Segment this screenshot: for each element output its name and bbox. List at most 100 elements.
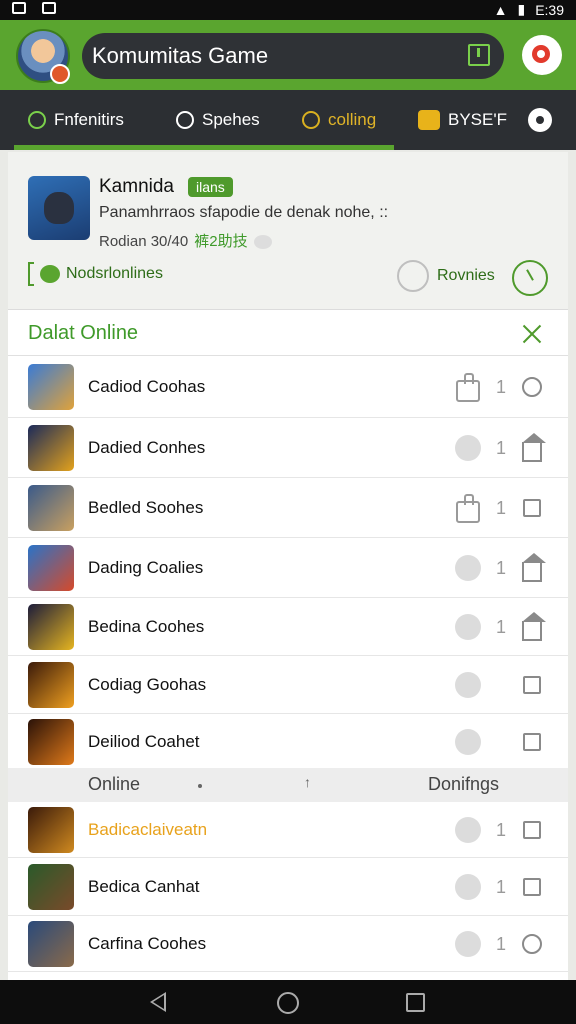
tab-label: Spehes bbox=[202, 110, 260, 129]
sort-arrow-icon[interactable]: ↑ bbox=[304, 774, 311, 790]
community-name: Kamnida bbox=[99, 176, 174, 197]
main-card: Kamnida ilans Panamhrraos sfapodie de de… bbox=[8, 152, 568, 980]
list-item[interactable]: Carfina Coohes 1 bbox=[8, 916, 568, 972]
list-item-count: 1 bbox=[496, 617, 507, 637]
page-title: Komumitas Game bbox=[92, 43, 269, 68]
section-divider: Online ↑ Donifngs bbox=[8, 768, 568, 802]
checkbox-icon[interactable] bbox=[523, 878, 541, 896]
list-item-label: Dadied Conhes bbox=[88, 438, 206, 457]
tab-spehes[interactable]: Spehes bbox=[176, 90, 260, 150]
status-dot-icon bbox=[455, 931, 481, 957]
friends-tab-icon bbox=[28, 111, 46, 129]
status-time: E:39 bbox=[535, 1, 564, 18]
status-dot-icon bbox=[455, 817, 481, 843]
list-item[interactable]: Dadied Conhes 1 bbox=[8, 418, 568, 478]
section-dot bbox=[198, 784, 202, 788]
community-badge: ilans bbox=[188, 177, 233, 197]
list-item[interactable]: Codiag Goohas bbox=[8, 656, 568, 714]
system-nav-bar bbox=[0, 980, 576, 1024]
list-item-label: Cadiod Coohas bbox=[88, 377, 206, 396]
game-thumbnail-icon bbox=[28, 364, 74, 410]
list-item[interactable]: Bedled Soohes 1 bbox=[8, 478, 568, 538]
reviews-button[interactable]: Rovnies bbox=[397, 260, 495, 292]
community-title-bar[interactable]: Komumitas Game bbox=[82, 33, 504, 79]
section-settings-label[interactable]: Donifngs bbox=[428, 774, 499, 795]
list-item-count: 1 bbox=[496, 558, 507, 578]
community-header: Kamnida ilans Panamhrraos sfapodie de de… bbox=[8, 152, 568, 310]
checkbox-icon[interactable] bbox=[523, 733, 541, 751]
list-item-count: 1 bbox=[496, 934, 507, 954]
emoji-icon bbox=[253, 235, 272, 250]
community-game-icon[interactable] bbox=[28, 176, 90, 240]
house-icon[interactable] bbox=[522, 612, 546, 641]
community-meta-tag: 裤2助技 bbox=[194, 233, 248, 250]
game-thumbnail-icon bbox=[28, 921, 74, 967]
list-item-label: Dading Coalies bbox=[88, 558, 204, 577]
close-icon[interactable] bbox=[520, 322, 544, 346]
home-icon[interactable] bbox=[277, 992, 299, 1014]
list-item-count: 1 bbox=[496, 820, 507, 840]
list-item-label: Deiliod Coahet bbox=[88, 732, 200, 751]
list-item[interactable]: Cadiod Coohas 1 bbox=[8, 356, 568, 418]
checkbox-icon[interactable] bbox=[523, 499, 541, 517]
tab-bysef[interactable]: BYSE'F bbox=[418, 90, 507, 150]
thumbs-up-icon[interactable] bbox=[456, 494, 480, 523]
status-dot-icon bbox=[455, 672, 481, 698]
game-thumbnail-icon bbox=[28, 807, 74, 853]
coin-tab-icon bbox=[302, 111, 320, 129]
status-dot-icon bbox=[455, 555, 481, 581]
history-icon[interactable] bbox=[512, 260, 548, 296]
list-item[interactable]: Badicaclaiveatn 1 bbox=[8, 802, 568, 858]
house-icon[interactable] bbox=[522, 553, 546, 582]
section-online-label[interactable]: Online bbox=[88, 774, 140, 795]
community-description: Panamhrraos sfapodie de denak nohe, :: bbox=[99, 204, 389, 221]
community-meta: Rodian 30/40 裤2助技 bbox=[99, 230, 272, 251]
checkbox-icon[interactable] bbox=[523, 676, 541, 694]
tab-friends[interactable]: Fnfenitirs bbox=[28, 90, 124, 150]
bracket-decoration bbox=[28, 262, 34, 286]
list-item-count: 1 bbox=[496, 877, 507, 897]
game-thumbnail-icon bbox=[28, 485, 74, 531]
list-item-label: Bedica Canhat bbox=[88, 877, 200, 896]
list-item[interactable]: Bedina Coohes 1 bbox=[8, 598, 568, 656]
list-item[interactable]: Bedica Canhat 1 bbox=[8, 858, 568, 916]
tab-label: colling bbox=[328, 110, 377, 129]
list-item-label: Codiag Goohas bbox=[88, 675, 207, 694]
chat-tab-icon bbox=[176, 111, 194, 129]
chat-icon[interactable] bbox=[522, 377, 542, 397]
community-meta-text: Rodian 30/40 bbox=[99, 233, 189, 250]
recent-apps-icon[interactable] bbox=[406, 993, 425, 1012]
app-notification-icon bbox=[42, 2, 56, 14]
signal-icon: ▲ bbox=[493, 1, 508, 18]
puzzle-tab-icon bbox=[418, 110, 440, 130]
tab-label: Fnfenitirs bbox=[54, 110, 124, 129]
list-item-count: 1 bbox=[496, 438, 507, 458]
active-tab-indicator bbox=[14, 145, 394, 150]
status-bar: ▲ ▮ E:39 bbox=[0, 0, 576, 20]
house-icon[interactable] bbox=[522, 433, 546, 462]
profile-menu-button[interactable] bbox=[522, 35, 562, 75]
bell-icon bbox=[397, 260, 429, 292]
game-thumbnail-icon bbox=[28, 719, 74, 765]
online-list-title: Dalat Online bbox=[28, 322, 139, 344]
game-thumbnail-icon bbox=[28, 604, 74, 650]
status-dot-icon bbox=[455, 435, 481, 461]
online-members-button[interactable]: Nodsrlonlines bbox=[28, 262, 163, 286]
online-members-label: Nodsrlonlines bbox=[66, 265, 163, 282]
gear-icon[interactable] bbox=[528, 108, 552, 132]
status-dot-icon bbox=[455, 874, 481, 900]
chat-icon[interactable] bbox=[522, 934, 542, 954]
online-list-header: Dalat Online bbox=[8, 312, 568, 356]
list-item-label: Carfina Coohes bbox=[88, 934, 207, 953]
tab-bar: Fnfenitirs Spehes colling BYSE'F bbox=[0, 90, 576, 150]
battery-icon: ▮ bbox=[517, 1, 526, 17]
list-item-label: Badicaclaiveatn bbox=[88, 820, 208, 839]
tab-colling[interactable]: colling bbox=[302, 90, 376, 150]
list-item[interactable]: Deiliod Coahet bbox=[8, 714, 568, 770]
game-thumbnail-icon bbox=[28, 864, 74, 910]
thumbs-up-icon[interactable] bbox=[456, 373, 480, 402]
list-item[interactable]: Dading Coalies 1 bbox=[8, 538, 568, 598]
post-icon[interactable] bbox=[468, 44, 490, 66]
checkbox-icon[interactable] bbox=[523, 821, 541, 839]
back-icon[interactable] bbox=[150, 992, 166, 1012]
